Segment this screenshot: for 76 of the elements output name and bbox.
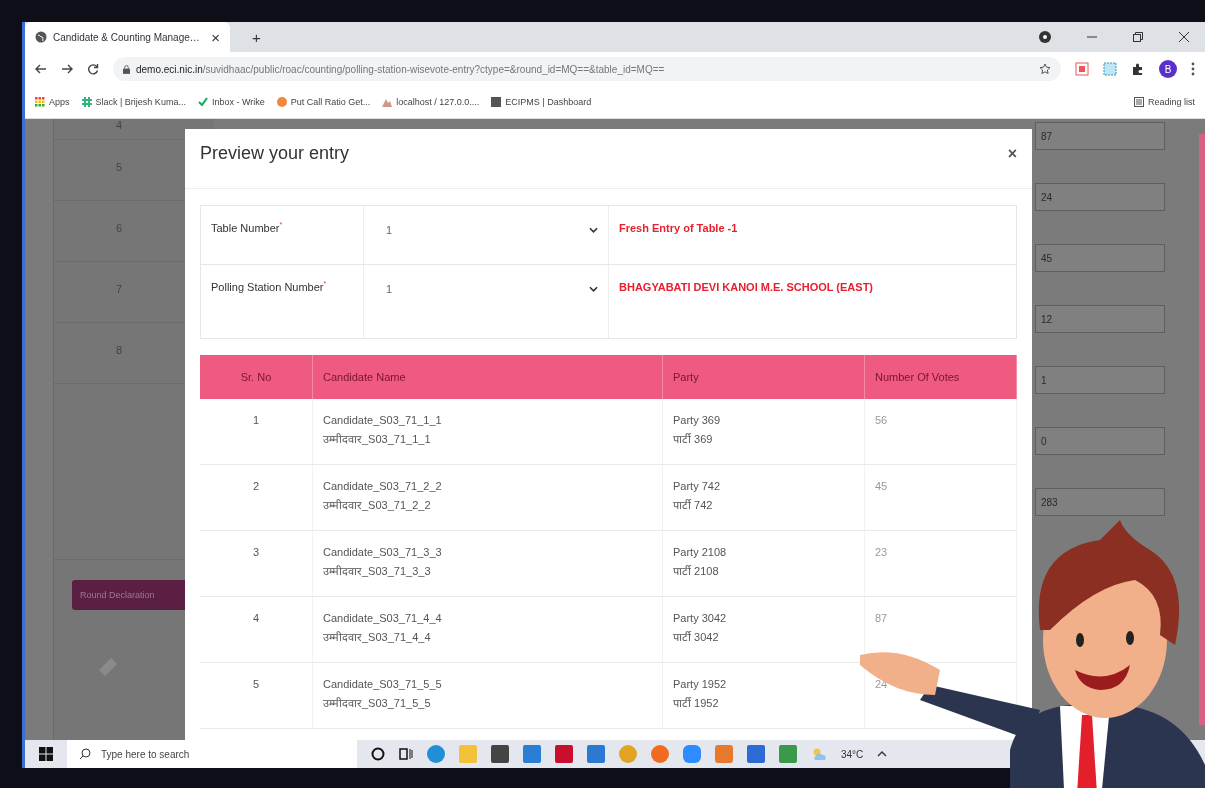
- menu-icon[interactable]: [1191, 62, 1195, 76]
- taskbar-search-field[interactable]: Type here to search: [67, 740, 357, 768]
- weather-icon: [811, 747, 827, 761]
- table-cell: Party 2108 पार्टी 2108: [663, 531, 865, 596]
- table-cell: 45: [865, 465, 1017, 530]
- restore-icon[interactable]: [1133, 32, 1143, 42]
- table-cell: Candidate_S03_71_1_1 उम्मीदवार_S03_71_1_1: [313, 399, 663, 464]
- reload-icon[interactable]: [87, 63, 99, 75]
- star-icon[interactable]: [1039, 63, 1051, 75]
- square-icon: [491, 97, 502, 107]
- column-header: Party: [663, 355, 865, 399]
- entry-note: BHAGYABATI DEVI KANOI M.E. SCHOOL (EAST): [619, 281, 874, 293]
- table-cell: Candidate_S03_71_3_3 उम्मीदवार_S03_71_3_3: [313, 531, 663, 596]
- number-dropdown[interactable]: 1: [374, 277, 598, 295]
- bookmark-link[interactable]: localhost / 127.0.0....: [382, 97, 480, 107]
- bookmark-link[interactable]: Slack | Brijesh Kuma...: [81, 97, 186, 107]
- table-cell: 56: [865, 399, 1017, 464]
- vote-input[interactable]: 24: [1035, 183, 1165, 211]
- entry-note: Fresh Entry of Table -1: [619, 222, 738, 234]
- vote-input[interactable]: 45: [1035, 244, 1165, 272]
- new-tab-button[interactable]: +: [252, 28, 261, 46]
- address-field[interactable]: demo.eci.nic.in/suvidhaac/public/roac/counting/polling-station-wisevote-entry?ctype=&round_id=MQ==&table_id=MQ==: [113, 57, 1061, 81]
- table-cell: 2: [200, 465, 313, 530]
- vote-input[interactable]: 0: [1035, 427, 1165, 455]
- bookmark-link[interactable]: Inbox - Wrike: [197, 97, 265, 107]
- forward-arrow-icon[interactable]: [61, 63, 73, 75]
- task-view-icon[interactable]: [399, 747, 413, 761]
- windows-logo-icon[interactable]: [39, 747, 53, 761]
- lock-icon: [123, 64, 130, 74]
- vote-input[interactable]: 1: [1035, 366, 1165, 394]
- chevron-down-icon: [589, 286, 598, 292]
- reading-list-button[interactable]: Reading list: [1133, 97, 1195, 107]
- dialog-title: Preview your entry: [200, 143, 350, 164]
- chevron-down-icon: [589, 227, 598, 233]
- circle-icon: [276, 97, 287, 107]
- bookmark-link[interactable]: Put Call Ratio Get...: [276, 97, 371, 107]
- close-button[interactable]: ×: [1007, 144, 1017, 163]
- extension-icon[interactable]: [1075, 62, 1089, 76]
- vote-input[interactable]: 283: [1035, 488, 1165, 516]
- table-cell: 5: [200, 663, 313, 728]
- field-label: Polling Station Number$^{*}$: [211, 281, 327, 293]
- table-cell: 4: [200, 597, 313, 662]
- ring-icon[interactable]: [371, 747, 385, 761]
- browser-tab[interactable]: Candidate & Counting Manage… ×: [25, 22, 230, 52]
- vote-input[interactable]: 87: [1035, 122, 1165, 150]
- back-arrow-icon[interactable]: [35, 63, 47, 75]
- table-cell: 3: [200, 531, 313, 596]
- bookmark-link[interactable]: Apps: [35, 97, 70, 107]
- puzzle-icon[interactable]: [1131, 62, 1145, 76]
- record-icon[interactable]: [1039, 31, 1051, 43]
- close-icon[interactable]: [1179, 32, 1189, 42]
- number-dropdown[interactable]: 1: [374, 218, 598, 236]
- table-cell: Candidate_S03_71_5_5 उम्मीदवार_S03_71_5_5: [313, 663, 663, 728]
- field-label: Table Number$^{*}$: [211, 222, 283, 234]
- checkmark-icon: [197, 97, 208, 107]
- search-icon: [79, 748, 91, 760]
- column-header: Number Of Votes: [865, 355, 1017, 399]
- profile-avatar[interactable]: B: [1159, 60, 1177, 78]
- column-header: Candidate Name: [313, 355, 663, 399]
- grid-icon: [35, 97, 45, 107]
- table-cell: Party 742 पार्टी 742: [663, 465, 865, 530]
- table-cell: 23: [865, 531, 1017, 596]
- chevron-up-icon[interactable]: [877, 751, 888, 757]
- temperature-text: 34°C: [841, 748, 864, 760]
- column-header: Sr. No: [200, 355, 313, 399]
- close-tab-button[interactable]: ×: [211, 28, 220, 46]
- hash-icon: [81, 97, 92, 107]
- table-cell: Candidate_S03_71_2_2 उम्मीदवार_S03_71_2_2: [313, 465, 663, 530]
- vote-input[interactable]: 12: [1035, 305, 1165, 333]
- bookmark-link[interactable]: ECIPMS | Dashboard: [491, 97, 592, 107]
- extension-icon[interactable]: [1103, 62, 1117, 76]
- table-cell: Candidate_S03_71_4_4 उम्मीदवार_S03_71_4_4: [313, 597, 663, 662]
- table-cell: Party 369 पार्टी 369: [663, 399, 865, 464]
- table-cell: 1: [200, 399, 313, 464]
- list-icon: [1133, 97, 1144, 107]
- tab-title: Candidate & Counting Manage…: [53, 31, 201, 43]
